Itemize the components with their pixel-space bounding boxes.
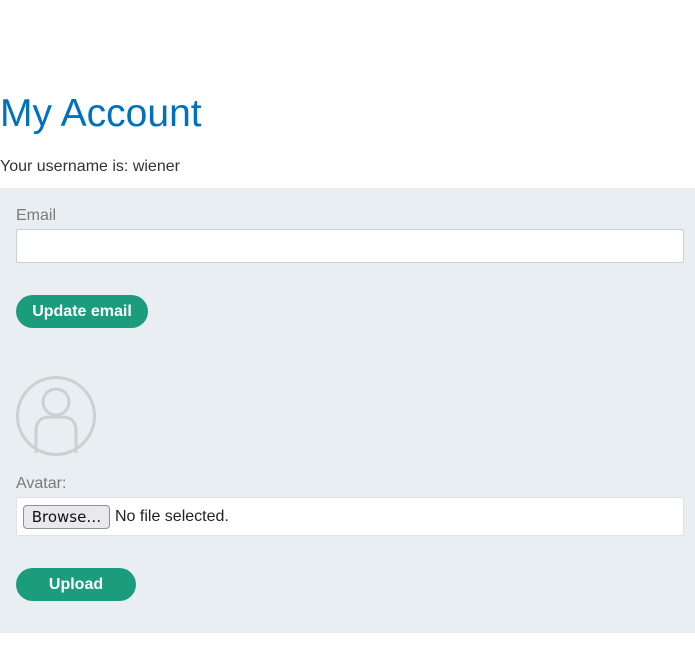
file-status-text: No file selected.: [115, 508, 229, 525]
upload-button[interactable]: Upload: [16, 568, 136, 601]
user-silhouette-icon: [16, 376, 96, 456]
account-panel: Email Update email Avatar: Browse… No fi…: [0, 188, 695, 633]
avatar: [16, 376, 96, 456]
email-field[interactable]: [16, 229, 684, 263]
username-text: Your username is: wiener: [0, 158, 180, 175]
update-email-button[interactable]: Update email: [16, 295, 148, 328]
page-title: My Account: [0, 92, 202, 135]
avatar-label: Avatar:: [16, 475, 67, 492]
avatar-file-input[interactable]: Browse… No file selected.: [16, 497, 684, 536]
browse-button[interactable]: Browse…: [23, 505, 110, 529]
account-page: My Account Your username is: wiener Emai…: [0, 0, 695, 662]
email-label: Email: [16, 207, 57, 224]
